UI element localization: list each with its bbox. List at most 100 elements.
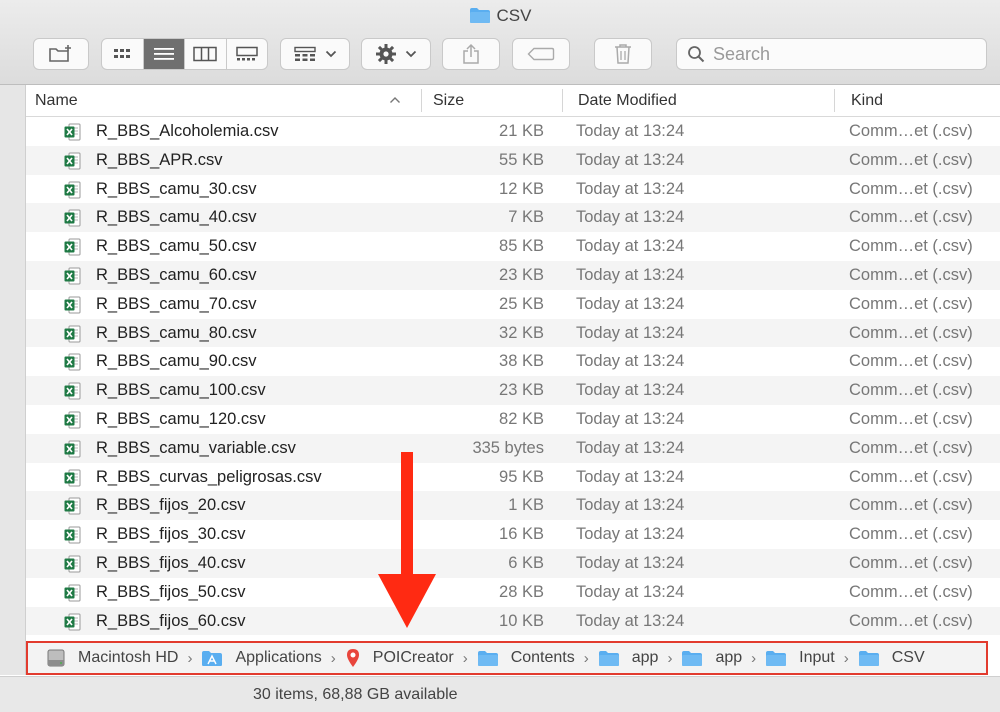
path-crumb[interactable]: Contents xyxy=(477,649,575,667)
file-date-modified: Today at 13:24 xyxy=(576,438,685,457)
trash-button[interactable] xyxy=(594,38,652,70)
path-crumb[interactable]: CSV xyxy=(858,649,925,667)
excel-file-icon-wrap xyxy=(64,411,81,434)
path-crumb[interactable]: app xyxy=(598,649,659,667)
excel-file-icon xyxy=(64,181,81,199)
excel-file-icon-wrap xyxy=(64,181,81,204)
icon-view-button[interactable] xyxy=(102,39,144,69)
file-name: R_BBS_camu_120.csv xyxy=(96,409,266,428)
file-name: R_BBS_fijos_60.csv xyxy=(96,611,246,630)
file-row[interactable]: R_BBS_fijos_20.csv 1 KB Today at 13:24 Comm… xyxy=(26,491,1000,521)
file-row[interactable]: R_BBS_Alcoholemia.csv 21 KB Today at 13:24… xyxy=(26,117,1000,146)
tags-button[interactable] xyxy=(512,38,570,70)
file-name: R_BBS_fijos_20.csv xyxy=(96,496,246,515)
file-date-modified: Today at 13:24 xyxy=(576,208,685,227)
folder-icon xyxy=(765,650,793,667)
file-name: R_BBS_camu_50.csv xyxy=(96,237,257,256)
file-row[interactable]: R_BBS_fijos_40.csv 6 KB Today at 13:24 Comm… xyxy=(26,548,1000,578)
action-menu-button[interactable] xyxy=(361,38,431,70)
map-pin-icon xyxy=(345,648,367,668)
column-view-button[interactable] xyxy=(185,39,227,69)
file-date-modified: Today at 13:24 xyxy=(576,323,685,342)
path-crumb[interactable]: POICreator xyxy=(345,648,454,668)
search-input[interactable] xyxy=(711,42,975,66)
column-divider[interactable] xyxy=(421,89,422,112)
sort-ascending-icon xyxy=(390,97,400,103)
file-name: R_BBS_camu_80.csv xyxy=(96,323,257,342)
file-name: R_BBS_camu_100.csv xyxy=(96,381,266,400)
path-crumb[interactable]: app xyxy=(681,649,742,667)
file-kind: Comm…et (.csv) xyxy=(849,496,973,515)
file-name: R_BBS_camu_30.csv xyxy=(96,179,257,198)
file-row[interactable]: R_BBS_camu_120.csv 82 KB Today at 13:24 Com… xyxy=(26,405,1000,434)
file-name: R_BBS_camu_70.csv xyxy=(96,294,257,313)
column-divider[interactable] xyxy=(562,89,563,112)
trash-icon xyxy=(615,44,631,64)
search-field[interactable] xyxy=(676,38,987,70)
file-size: 95 KB xyxy=(499,467,544,486)
gallery-view-button[interactable] xyxy=(227,39,268,69)
file-date-modified: Today at 13:24 xyxy=(576,150,685,169)
file-size: 335 bytes xyxy=(472,438,544,457)
path-separator-chevron-icon: › xyxy=(751,649,757,667)
file-row[interactable]: R_BBS_camu_variable.csv 335 bytes Today at… xyxy=(26,433,1000,463)
file-size: 16 KB xyxy=(499,525,544,544)
file-name: R_BBS_curvas_peligrosas.csv xyxy=(96,467,322,486)
path-crumb-label: Macintosh HD xyxy=(78,649,179,666)
view-mode-segmented-control xyxy=(101,38,268,70)
file-row[interactable]: R_BBS_fijos_50.csv 28 KB Today at 13:24 Com… xyxy=(26,578,1000,607)
excel-file-icon xyxy=(64,411,81,429)
file-kind: Comm…et (.csv) xyxy=(849,467,973,486)
tag-icon xyxy=(527,47,555,61)
file-row[interactable]: R_BBS_camu_40.csv 7 KB Today at 13:24 Comm…… xyxy=(26,203,1000,233)
file-date-modified: Today at 13:24 xyxy=(576,409,685,428)
file-size: 21 KB xyxy=(499,122,544,140)
path-crumb[interactable]: Input xyxy=(765,649,835,667)
excel-file-icon-wrap xyxy=(64,209,81,232)
file-row[interactable]: R_BBS_camu_70.csv 25 KB Today at 13:24 Comm… xyxy=(26,290,1000,319)
excel-file-icon-wrap xyxy=(64,497,81,520)
new-folder-icon xyxy=(49,45,71,62)
file-row[interactable]: R_BBS_curvas_peligrosas.csv 95 KB Today at… xyxy=(26,463,1000,492)
file-kind: Comm…et (.csv) xyxy=(849,525,973,544)
file-date-modified: Today at 13:24 xyxy=(576,611,685,630)
file-row[interactable]: R_BBS_fijos_60.csv 10 KB Today at 13:24 Com… xyxy=(26,606,1000,636)
excel-file-icon-wrap xyxy=(64,613,81,636)
column-header-date[interactable]: Date Modified xyxy=(578,92,677,110)
file-row[interactable]: R_BBS_camu_90.csv 38 KB Today at 13:24 Comm… xyxy=(26,347,1000,376)
file-row[interactable]: R_BBS_APR.csv 55 KB Today at 13:24 Comm…et … xyxy=(26,145,1000,175)
share-button[interactable] xyxy=(442,38,500,70)
group-by-button[interactable] xyxy=(280,38,350,70)
file-name: R_BBS_camu_variable.csv xyxy=(96,438,296,457)
file-row[interactable]: R_BBS_camu_30.csv 12 KB Today at 13:24 Comm… xyxy=(26,175,1000,204)
path-crumb-label: app xyxy=(631,649,659,666)
excel-file-icon-wrap xyxy=(64,238,81,261)
status-bar: 30 items, 68,88 GB available xyxy=(0,676,1000,712)
path-crumb[interactable]: Applications xyxy=(201,649,322,667)
path-separator-chevron-icon: › xyxy=(843,649,849,667)
file-kind: Comm…et (.csv) xyxy=(849,352,973,371)
column-header-name[interactable]: Name xyxy=(35,92,78,110)
new-folder-button[interactable] xyxy=(33,38,89,70)
excel-file-icon xyxy=(64,325,81,343)
annotation-arrow-icon xyxy=(378,452,436,628)
file-kind: Comm…et (.csv) xyxy=(849,409,973,428)
column-header-size[interactable]: Size xyxy=(433,92,464,110)
file-size: 25 KB xyxy=(499,294,544,313)
folder-icon xyxy=(469,8,490,23)
list-view-button[interactable] xyxy=(143,39,185,69)
file-size: 23 KB xyxy=(499,265,544,284)
file-name: R_BBS_camu_90.csv xyxy=(96,352,257,371)
file-row[interactable]: R_BBS_camu_80.csv 32 KB Today at 13:24 Comm… xyxy=(26,318,1000,348)
file-row[interactable]: R_BBS_camu_50.csv 85 KB Today at 13:24 Comm… xyxy=(26,232,1000,261)
file-row[interactable]: R_BBS_fijos_30.csv 16 KB Today at 13:24 Com… xyxy=(26,520,1000,549)
excel-file-icon xyxy=(64,123,81,141)
window-title-text: CSV xyxy=(496,6,532,25)
excel-file-icon-wrap xyxy=(64,123,81,146)
file-kind: Comm…et (.csv) xyxy=(849,237,973,256)
file-row[interactable]: R_BBS_camu_100.csv 23 KB Today at 13:24 Com… xyxy=(26,376,1000,405)
column-header-kind[interactable]: Kind xyxy=(851,92,883,110)
column-divider[interactable] xyxy=(834,89,835,112)
path-crumb[interactable]: Macintosh HD xyxy=(46,649,178,667)
file-row[interactable]: R_BBS_camu_60.csv 23 KB Today at 13:24 Comm… xyxy=(26,260,1000,290)
